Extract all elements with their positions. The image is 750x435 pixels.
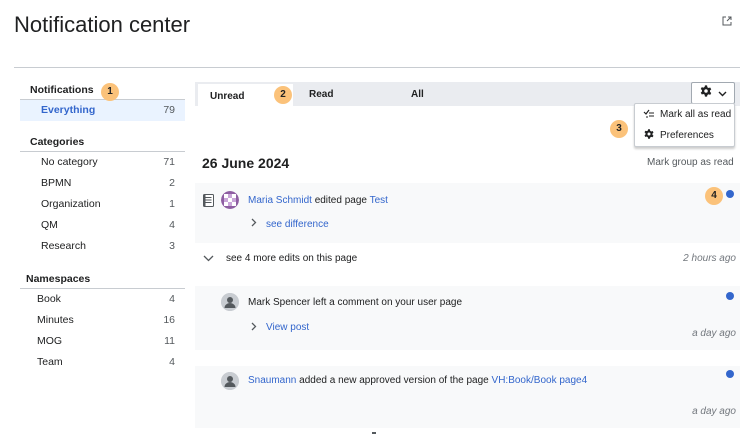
callout-badge: 1 <box>101 83 119 101</box>
notification-card[interactable]: Snaumann added a new approved version of… <box>195 366 740 428</box>
more-edits-label: see 4 more edits on this page <box>226 253 358 264</box>
notification-card[interactable]: Maria Schmidt edited page Test see diffe… <box>195 183 740 243</box>
settings-menu: Mark all as read Preferences <box>634 103 735 147</box>
timestamp: a day ago <box>692 328 736 339</box>
expand-icon[interactable] <box>722 16 734 28</box>
sidebar-item-count: 1 <box>169 198 175 210</box>
sidebar-item-category[interactable]: QM 4 <box>20 215 185 236</box>
see-difference-link[interactable]: see difference <box>266 219 329 230</box>
user-avatar-icon <box>221 372 239 390</box>
notification-action: left a comment on your user page <box>313 297 463 308</box>
menu-item-label: Preferences <box>660 130 714 141</box>
tab-all[interactable]: All <box>399 84 424 106</box>
sidebar-item-category[interactable]: BPMN 2 <box>20 173 185 194</box>
notification-text: Maria Schmidt edited page Test <box>248 195 388 206</box>
user-name: Mark Spencer <box>248 297 311 308</box>
mark-group-read-link[interactable]: Mark group as read <box>647 157 734 168</box>
sidebar-item-label: Everything <box>41 104 96 116</box>
sidebar-item-label: Team <box>37 356 63 368</box>
unread-dot[interactable] <box>726 190 734 198</box>
user-avatar-icon <box>221 293 239 311</box>
checklist-icon <box>643 107 655 122</box>
sidebar-item-label: QM <box>41 219 58 231</box>
chevron-down-icon <box>203 254 214 265</box>
page-icon <box>203 194 214 212</box>
notification-text: Snaumann added a new approved version of… <box>248 375 587 386</box>
expand-more-row[interactable]: see 4 more edits on this page 2 hours ag… <box>195 245 740 271</box>
categories-heading: Categories <box>20 132 185 152</box>
menu-item-label: Mark all as read <box>660 109 732 120</box>
sidebar-item-count: 71 <box>163 156 175 168</box>
unread-dot[interactable] <box>726 370 734 378</box>
callout-badge: 4 <box>705 187 723 205</box>
notification-text: Mark Spencer left a comment on your user… <box>248 297 462 308</box>
sidebar-item-count: 4 <box>169 356 175 368</box>
group-date: 26 June 2024 <box>202 155 290 171</box>
timestamp: a day ago <box>692 406 736 417</box>
timestamp: 2 hours ago <box>683 253 736 264</box>
sidebar-item-count: 79 <box>163 104 175 116</box>
sidebar-item-category[interactable]: No category 71 <box>20 152 185 173</box>
unread-dot[interactable] <box>726 292 734 300</box>
sidebar-item-count: 11 <box>164 335 175 347</box>
tab-read[interactable]: Read <box>297 84 333 106</box>
callout-badge: 2 <box>274 86 292 104</box>
gear-icon <box>643 128 655 143</box>
notification-action: added a new approved version of the page <box>299 375 489 386</box>
page-link[interactable]: VH:Book/Book page4 <box>492 375 588 386</box>
sidebar-item-namespace[interactable]: Team 4 <box>20 352 185 373</box>
namespaces-heading: Namespaces <box>20 269 185 289</box>
chevron-right-icon <box>251 218 257 230</box>
sidebar-item-label: MOG <box>37 335 63 347</box>
sidebar-item-label: Research <box>41 240 86 252</box>
page-title: Notification center <box>14 12 191 37</box>
sidebar-item-category[interactable]: Research 3 <box>20 236 185 257</box>
notification-card[interactable]: Mark Spencer left a comment on your user… <box>195 286 740 350</box>
callout-badge: 3 <box>610 120 628 138</box>
sidebar: Notifications Everything 79 Categories N… <box>20 80 185 373</box>
view-post-link[interactable]: View post <box>266 322 309 333</box>
sidebar-item-namespace[interactable]: Book 4 <box>20 289 185 310</box>
sidebar-item-namespace[interactable]: Minutes 16 <box>20 310 185 331</box>
sidebar-item-everything[interactable]: Everything 79 <box>20 100 185 121</box>
sidebar-item-label: No category <box>41 156 98 168</box>
header-divider <box>14 67 740 68</box>
sidebar-item-label: Book <box>37 293 61 305</box>
mark-all-read-item[interactable]: Mark all as read <box>635 104 734 125</box>
user-link[interactable]: Maria Schmidt <box>248 195 312 206</box>
sidebar-item-label: BPMN <box>41 177 72 189</box>
notification-action: edited page <box>314 195 367 206</box>
preferences-item[interactable]: Preferences <box>635 125 734 146</box>
chevron-right-icon <box>251 322 257 334</box>
settings-button[interactable] <box>691 82 735 104</box>
sidebar-item-namespace[interactable]: MOG 11 <box>20 331 185 352</box>
gear-icon <box>699 84 713 103</box>
sidebar-item-label: Minutes <box>37 314 74 326</box>
sidebar-item-count: 4 <box>169 219 175 231</box>
sidebar-item-category[interactable]: Organization 1 <box>20 194 185 215</box>
sidebar-item-label: Organization <box>41 198 101 210</box>
chevron-down-icon <box>718 84 727 102</box>
scroll-indicator <box>372 432 376 434</box>
user-link[interactable]: Snaumann <box>248 375 296 386</box>
avatar <box>221 191 239 209</box>
sidebar-item-count: 4 <box>169 293 175 305</box>
page-link[interactable]: Test <box>370 195 388 206</box>
sidebar-item-count: 16 <box>163 314 175 326</box>
sidebar-item-count: 2 <box>169 177 175 189</box>
sidebar-item-count: 3 <box>169 240 175 252</box>
